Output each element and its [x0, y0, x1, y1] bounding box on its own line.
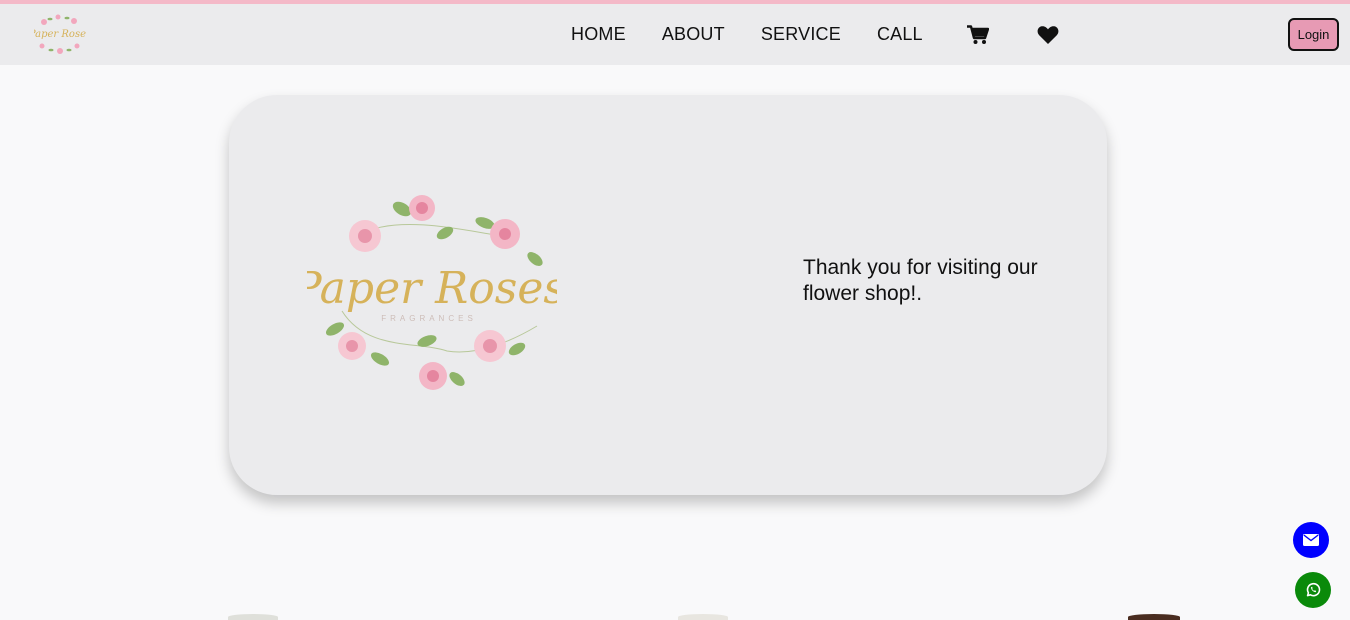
hero-card: Paper Roses FRAGRANCES Thank you for vis… [229, 95, 1107, 495]
nav-logo-text: Paper Roses [34, 29, 86, 40]
whatsapp-icon [1306, 582, 1321, 597]
email-button[interactable] [1293, 522, 1329, 558]
whatsapp-button[interactable] [1295, 572, 1331, 608]
nav-about[interactable]: ABOUT [644, 24, 743, 45]
envelope-icon [1303, 534, 1319, 546]
product-preview-2 [678, 614, 728, 620]
nav-home[interactable]: HOME [553, 24, 644, 45]
navbar: Paper Roses HOME ABOUT SERVICE CALL Logi… [0, 4, 1350, 65]
hero-logo-text: Paper Roses [307, 263, 557, 314]
nav-logo[interactable]: Paper Roses [34, 12, 86, 56]
hero-message: Thank you for visiting our flower shop!. [803, 256, 1038, 305]
nav-service[interactable]: SERVICE [743, 24, 859, 45]
shopping-cart-icon[interactable] [961, 20, 995, 50]
main-nav: HOME ABOUT SERVICE CALL [553, 4, 1081, 65]
login-button[interactable]: Login [1288, 18, 1339, 51]
product-preview-1 [228, 614, 278, 620]
hero-logo-subtext: FRAGRANCES [381, 314, 477, 323]
nav-call[interactable]: CALL [859, 24, 941, 45]
hero-logo: Paper Roses FRAGRANCES [307, 195, 557, 390]
heart-icon[interactable] [1031, 20, 1065, 50]
product-preview-3 [1128, 614, 1180, 620]
